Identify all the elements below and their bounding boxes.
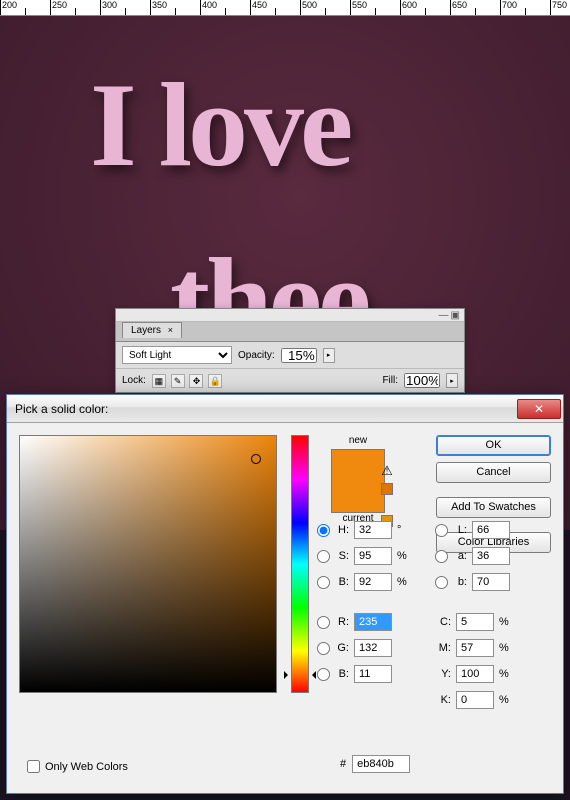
color-field[interactable] [19,435,277,693]
dialog-body: new current ⚠ OK Cancel Add To Swatches … [7,423,563,795]
layers-panel: — ▣ Layers × Soft Light Opacity: ▸ Lock:… [115,308,465,393]
hash-label: # [340,758,346,770]
k-input[interactable] [456,691,494,709]
r-radio[interactable] [317,616,330,629]
numeric-fields: H:° S:% B:% R: G: B: L: a: b: C:% M:% Y:… [317,520,553,710]
swatch-preview [331,449,385,513]
g-input[interactable] [354,639,392,657]
hue-slider[interactable] [291,435,309,693]
l-radio[interactable] [435,524,448,537]
opacity-input[interactable] [281,348,317,363]
a-input[interactable] [472,547,510,565]
fill-label: Fill: [382,375,398,386]
layers-row-lock: Lock: ▦ ✎ ✥ 🔒 Fill: ▸ [116,368,464,392]
layers-tab-label: Layers [131,325,161,336]
tab-layers[interactable]: Layers × [122,322,182,338]
new-label: new [323,435,393,446]
lock-all-icon[interactable]: 🔒 [208,374,222,388]
m-input[interactable] [456,639,494,657]
c-input[interactable] [456,613,494,631]
layers-row-blend: Soft Light Opacity: ▸ [116,342,464,368]
layers-sysbar: — ▣ [116,309,464,322]
fill-input[interactable] [404,373,440,388]
h-radio[interactable] [317,524,330,537]
bhsb-input[interactable] [354,573,392,591]
brgb-radio[interactable] [317,668,330,681]
window-close-button[interactable]: ✕ [517,399,561,419]
color-picker-cursor[interactable] [251,454,261,464]
blab-input[interactable] [472,573,510,591]
a-radio[interactable] [435,550,448,563]
add-swatches-button[interactable]: Add To Swatches [436,497,551,518]
r-input[interactable] [354,613,392,631]
window-controls: ✕ [517,399,561,419]
ok-button[interactable]: OK [436,435,551,456]
only-web-colors-checkbox[interactable] [27,760,40,773]
bhsb-radio[interactable] [317,576,330,589]
canvas-text-line1: I love [90,56,349,194]
layers-tabbar: Layers × [116,322,464,342]
close-icon[interactable]: × [168,325,173,335]
opacity-flyout-icon[interactable]: ▸ [323,348,335,363]
blab-radio[interactable] [435,576,448,589]
panel-minimize-icon[interactable]: — [439,310,449,321]
fill-flyout-icon[interactable]: ▸ [446,373,458,388]
only-web-colors-label: Only Web Colors [45,761,128,773]
lock-icons-group: ▦ ✎ ✥ 🔒 [152,374,224,388]
only-web-colors-row: Only Web Colors [27,760,128,773]
brgb-input[interactable] [354,665,392,683]
gamut-warning-icon[interactable]: ⚠ [381,463,393,479]
gamut-swatch[interactable] [381,483,393,495]
dialog-titlebar[interactable]: Pick a solid color: ✕ [7,395,563,423]
l-input[interactable] [472,521,510,539]
lock-image-icon[interactable]: ✎ [171,374,185,388]
swatch-new[interactable] [332,450,384,481]
lab-cmyk-column: L: a: b: C:% M:% Y:% K:% [435,520,531,710]
y-input[interactable] [456,665,494,683]
cancel-button[interactable]: Cancel [436,462,551,483]
lock-label: Lock: [122,375,146,386]
horizontal-ruler: 200250300350400450500550600650700750 [0,0,570,16]
h-input[interactable] [354,521,392,539]
gamut-warnings: ⚠ [381,463,393,527]
hex-input[interactable] [352,755,410,773]
opacity-label: Opacity: [238,350,275,361]
color-picker-dialog: Pick a solid color: ✕ new current ⚠ [6,394,564,794]
g-radio[interactable] [317,642,330,655]
swatch-current[interactable] [332,481,384,512]
hsb-rgb-column: H:° S:% B:% R: G: B: [317,520,413,710]
blend-mode-select[interactable]: Soft Light [122,346,232,364]
hex-row: # [340,755,410,773]
lock-position-icon[interactable]: ✥ [189,374,203,388]
s-input[interactable] [354,547,392,565]
s-radio[interactable] [317,550,330,563]
panel-close-icon[interactable]: ▣ [451,310,460,321]
dialog-title: Pick a solid color: [15,402,108,416]
lock-transparency-icon[interactable]: ▦ [152,374,166,388]
